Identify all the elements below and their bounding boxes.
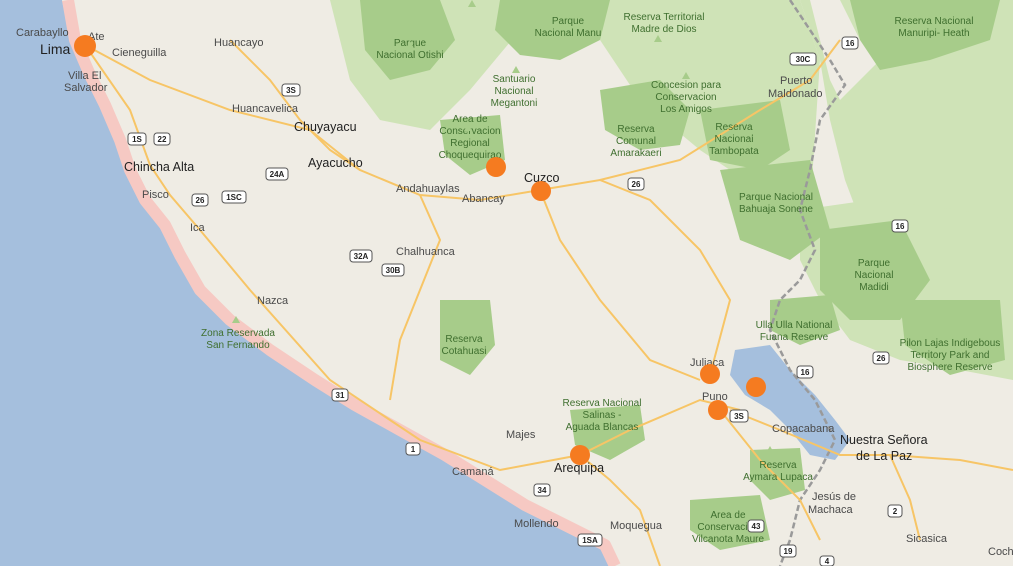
svg-text:3S: 3S (734, 412, 744, 421)
route-shield: 30C (789, 52, 817, 66)
label-chalhuanca: Chalhuanca (396, 246, 456, 258)
route-shield: 16 (841, 36, 859, 50)
route-shield: 32A (349, 249, 373, 263)
label-pisco: Pisco (142, 189, 169, 201)
svg-text:32A: 32A (354, 252, 369, 261)
route-shield: 22 (153, 132, 171, 146)
route-shield: 19 (779, 544, 797, 558)
marker-juliaca[interactable] (700, 364, 720, 384)
label-jesus-de: Jesús de (812, 491, 856, 503)
marker-choquequirao[interactable] (486, 157, 506, 177)
label-de-la-paz: de La Paz (856, 449, 912, 463)
label-abancay: Abancay (462, 193, 505, 205)
label-cieneguilla: Cieneguilla (112, 47, 167, 59)
svg-text:16: 16 (801, 368, 810, 377)
map-canvas[interactable]: ParqueNacional Otishi ParqueNacional Man… (0, 0, 1013, 566)
park-label-madre-de-dios: Reserva Territorial Madre de Dios (624, 12, 705, 35)
label-puerto: Puerto (780, 75, 812, 87)
label-ayacucho: Ayacucho (308, 156, 363, 170)
route-shield: 2 (887, 504, 903, 518)
svg-text:1SC: 1SC (226, 193, 242, 202)
svg-text:43: 43 (752, 522, 761, 531)
label-chincha-alta: Chincha Alta (124, 160, 194, 174)
park-label-cotahuasi: Reserva Cotahuasi (441, 334, 486, 357)
svg-text:16: 16 (846, 39, 855, 48)
route-shield: 3S (281, 83, 301, 97)
park-label-los-amigos: Concesion para Conservacion Los Amigos (651, 80, 721, 115)
label-mollendo: Mollendo (514, 518, 559, 530)
svg-text:30C: 30C (796, 55, 811, 64)
label-villa-el: Villa El (68, 70, 101, 82)
route-shield: 1S (127, 132, 147, 146)
label-nazca: Nazca (257, 295, 289, 307)
marker-arequipa[interactable] (570, 445, 590, 465)
svg-text:26: 26 (877, 354, 886, 363)
park-label-manuripi: Reserva Nacional Manuripi- Heath (895, 16, 974, 39)
park-label-madidi: Parque Nacional Madidi (855, 258, 894, 293)
park-label-fuana: Ulla Ulla National Fuana Reserve (756, 320, 833, 343)
route-shield: 26 (872, 351, 890, 365)
label-sicasica: Sicasica (906, 533, 948, 545)
label-huancavelica: Huancavelica (232, 103, 299, 115)
route-shield: 43 (747, 519, 765, 533)
route-shield: 4 (819, 555, 835, 566)
marker-lake-titicaca[interactable] (746, 377, 766, 397)
svg-text:24A: 24A (270, 170, 285, 179)
route-shield: 34 (533, 483, 551, 497)
park-label-tambopata: Reserva Nacional Tambopata (709, 122, 759, 157)
svg-text:30B: 30B (386, 266, 401, 275)
label-camana: Camaná (452, 466, 494, 478)
marker-cuzco[interactable] (531, 181, 551, 201)
label-nuestra-senora: Nuestra Señora (840, 433, 928, 447)
park-label-bahuaja: Parque Nacional Bahuaja Sonene (739, 192, 813, 215)
label-coch: Coch (988, 546, 1013, 558)
label-majes: Majes (506, 429, 536, 441)
label-chuyayacu: Chuyayacu (294, 120, 357, 134)
label-huancayo: Huancayo (214, 37, 264, 49)
marker-puno[interactable] (708, 400, 728, 420)
route-shield: 1SA (577, 533, 603, 547)
route-shield: 24A (265, 167, 289, 181)
marker-lima[interactable] (74, 35, 96, 57)
label-moquegua: Moquegua (610, 520, 663, 532)
park-label-san-fernando: Zona Reservada San Fernando (201, 328, 275, 351)
route-shield: 31 (331, 388, 349, 402)
route-shield: 3S (729, 409, 749, 423)
label-andahuaylas: Andahuaylas (396, 183, 460, 195)
svg-text:26: 26 (196, 196, 205, 205)
svg-text:1S: 1S (132, 135, 142, 144)
label-carabayllo: Carabayllo (16, 27, 69, 39)
map-view[interactable]: ParqueNacional Otishi ParqueNacional Man… (0, 0, 1013, 566)
svg-text:4: 4 (825, 557, 830, 566)
park-label-megantoni: Santuario Nacional Megantoni (491, 74, 538, 109)
svg-text:26: 26 (632, 180, 641, 189)
route-shield: 1 (405, 442, 421, 456)
svg-text:19: 19 (784, 547, 793, 556)
svg-text:22: 22 (158, 135, 167, 144)
route-shield: 16 (796, 365, 814, 379)
park-label-pilon-lajas: Pilon Lajas Indigebous Territory Park and… (900, 338, 1001, 373)
label-maldonado: Maldonado (768, 88, 822, 100)
route-shield: 1SC (221, 190, 247, 204)
park-label-amarakaeri: Reserva Comunal Amarakaeri (610, 124, 661, 159)
svg-text:1SA: 1SA (582, 536, 598, 545)
label-lima: Lima (40, 41, 71, 57)
svg-text:1: 1 (411, 445, 416, 454)
label-machaca: Machaca (808, 504, 854, 516)
label-ica: Ica (190, 222, 206, 234)
route-shield: 26 (627, 177, 645, 191)
route-shield: 30B (381, 263, 405, 277)
route-shield: 16 (891, 219, 909, 233)
svg-text:34: 34 (538, 486, 547, 495)
label-copacabana: Copacabana (772, 423, 835, 435)
svg-text:3S: 3S (286, 86, 296, 95)
label-salvador: Salvador (64, 82, 108, 94)
svg-text:16: 16 (896, 222, 905, 231)
svg-text:2: 2 (893, 507, 898, 516)
svg-text:31: 31 (336, 391, 345, 400)
route-shield: 26 (191, 193, 209, 207)
